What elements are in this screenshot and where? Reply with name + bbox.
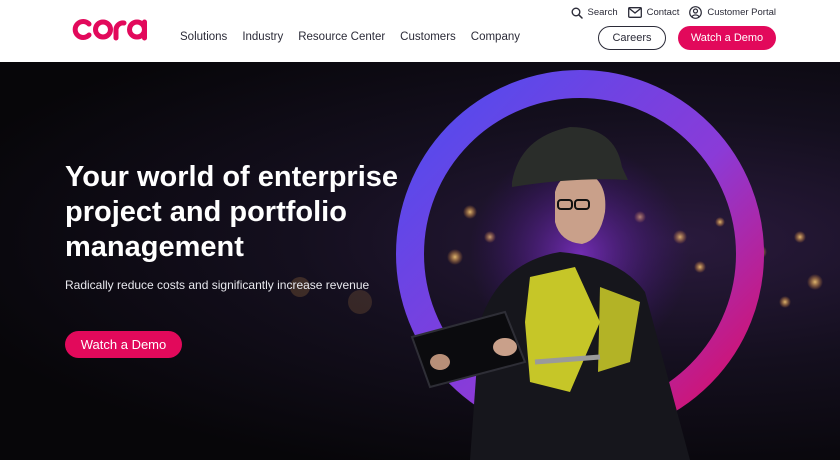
main-nav: Solutions Industry Resource Center Custo… — [180, 31, 520, 43]
search-link[interactable]: Search — [571, 7, 618, 19]
mail-icon — [627, 7, 642, 18]
nav-item-solutions[interactable]: Solutions — [180, 31, 227, 43]
cora-logo[interactable] — [72, 12, 154, 44]
page-bottom-edge — [0, 460, 840, 472]
contact-label: Contact — [646, 7, 680, 18]
site-header: Solutions Industry Resource Center Custo… — [0, 0, 840, 62]
nav-item-industry[interactable]: Industry — [242, 31, 283, 43]
customer-portal-link[interactable]: Customer Portal — [689, 6, 776, 19]
watch-demo-button[interactable]: Watch a Demo — [678, 26, 776, 50]
hero-watch-demo-button[interactable]: Watch a Demo — [65, 331, 182, 358]
careers-button[interactable]: Careers — [598, 26, 666, 50]
nav-item-resource-center[interactable]: Resource Center — [298, 31, 385, 43]
search-icon — [571, 7, 583, 19]
utility-nav: Search Contact Customer Portal — [571, 6, 776, 19]
customer-portal-label: Customer Portal — [707, 7, 776, 18]
hero-title: Your world of enterprise project and por… — [65, 161, 399, 263]
contact-link[interactable]: Contact — [627, 7, 680, 18]
nav-item-customers[interactable]: Customers — [400, 31, 456, 43]
user-circle-icon — [689, 6, 703, 19]
hero-banner: Your world of enterprise project and por… — [0, 62, 840, 460]
hero-subtitle: Radically reduce costs and significantly… — [65, 278, 370, 292]
nav-item-company[interactable]: Company — [471, 31, 520, 43]
search-label: Search — [587, 7, 618, 18]
